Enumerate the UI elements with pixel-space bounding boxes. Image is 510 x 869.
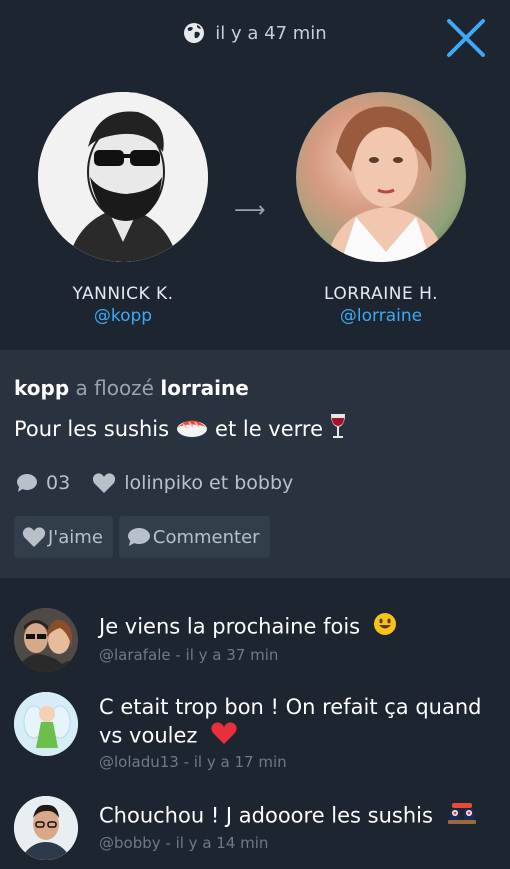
like-button[interactable]: J'aime bbox=[14, 516, 113, 558]
smiley-icon bbox=[373, 612, 397, 643]
post-actions: J'aime Commenter bbox=[14, 516, 276, 558]
time-label: il y a 47 min bbox=[215, 22, 327, 44]
close-icon[interactable] bbox=[446, 18, 486, 58]
top-bar: il y a 47 min bbox=[0, 0, 510, 70]
comment-meta: @bobby - il y a 14 min bbox=[99, 834, 269, 852]
like-button-label: J'aime bbox=[48, 526, 103, 548]
avatar[interactable] bbox=[14, 608, 78, 672]
likers-list[interactable]: lolinpiko et bobby bbox=[124, 472, 293, 494]
heart-emoji-icon bbox=[210, 721, 238, 752]
message-part2: et le verre bbox=[215, 416, 323, 441]
comment-bubble-icon bbox=[127, 527, 151, 547]
recipient-name: LORRAINE H. bbox=[323, 284, 439, 304]
comment-text: C etait trop bon ! On refait ça quand vs… bbox=[99, 693, 499, 752]
sender-avatar[interactable] bbox=[38, 92, 208, 262]
heart-icon bbox=[22, 526, 46, 548]
post-to[interactable]: lorraine bbox=[160, 376, 248, 400]
message-part1: Pour les sushis bbox=[14, 416, 170, 441]
transfer-users: ⟶ YANNICK K. @kopp LORRAINE H. @lorraine bbox=[0, 70, 510, 350]
comment-meta: @loladu13 - il y a 17 min bbox=[99, 753, 287, 771]
recipient-avatar[interactable] bbox=[296, 92, 466, 262]
comment-text: Je viens la prochaine fois bbox=[99, 612, 499, 643]
comment-button[interactable]: Commenter bbox=[118, 516, 270, 558]
sushi-platter-icon bbox=[446, 800, 478, 833]
sender-name: YANNICK K. bbox=[72, 284, 174, 304]
transfer-arrow: ⟶ bbox=[234, 198, 266, 223]
comment-meta: @larafale - il y a 37 min bbox=[99, 646, 279, 664]
post-time: il y a 47 min bbox=[0, 22, 510, 44]
post-stats: 03 lolinpiko et bobby bbox=[16, 472, 293, 494]
globe-icon bbox=[183, 22, 205, 44]
comment-button-label: Commenter bbox=[152, 526, 260, 548]
avatar[interactable] bbox=[14, 692, 78, 756]
avatar[interactable] bbox=[14, 796, 78, 860]
post-summary: kopp a floozé lorraine bbox=[14, 376, 249, 400]
comment-count: 03 bbox=[46, 472, 71, 494]
post-from[interactable]: kopp bbox=[14, 376, 69, 400]
sushi-icon bbox=[175, 414, 209, 443]
comment-text: Chouchou ! J adooore les sushis bbox=[99, 800, 499, 833]
post-message: Pour les sushis et le verre bbox=[14, 412, 353, 445]
post-verb: a floozé bbox=[75, 376, 155, 400]
recipient-handle[interactable]: @lorraine bbox=[271, 306, 491, 326]
post-card: kopp a floozé lorraine Pour les sushis e… bbox=[0, 350, 510, 578]
wine-glass-icon bbox=[329, 412, 347, 445]
heart-icon bbox=[92, 472, 116, 494]
comment-bubble-icon bbox=[16, 473, 38, 493]
sender-handle[interactable]: @kopp bbox=[13, 306, 233, 326]
